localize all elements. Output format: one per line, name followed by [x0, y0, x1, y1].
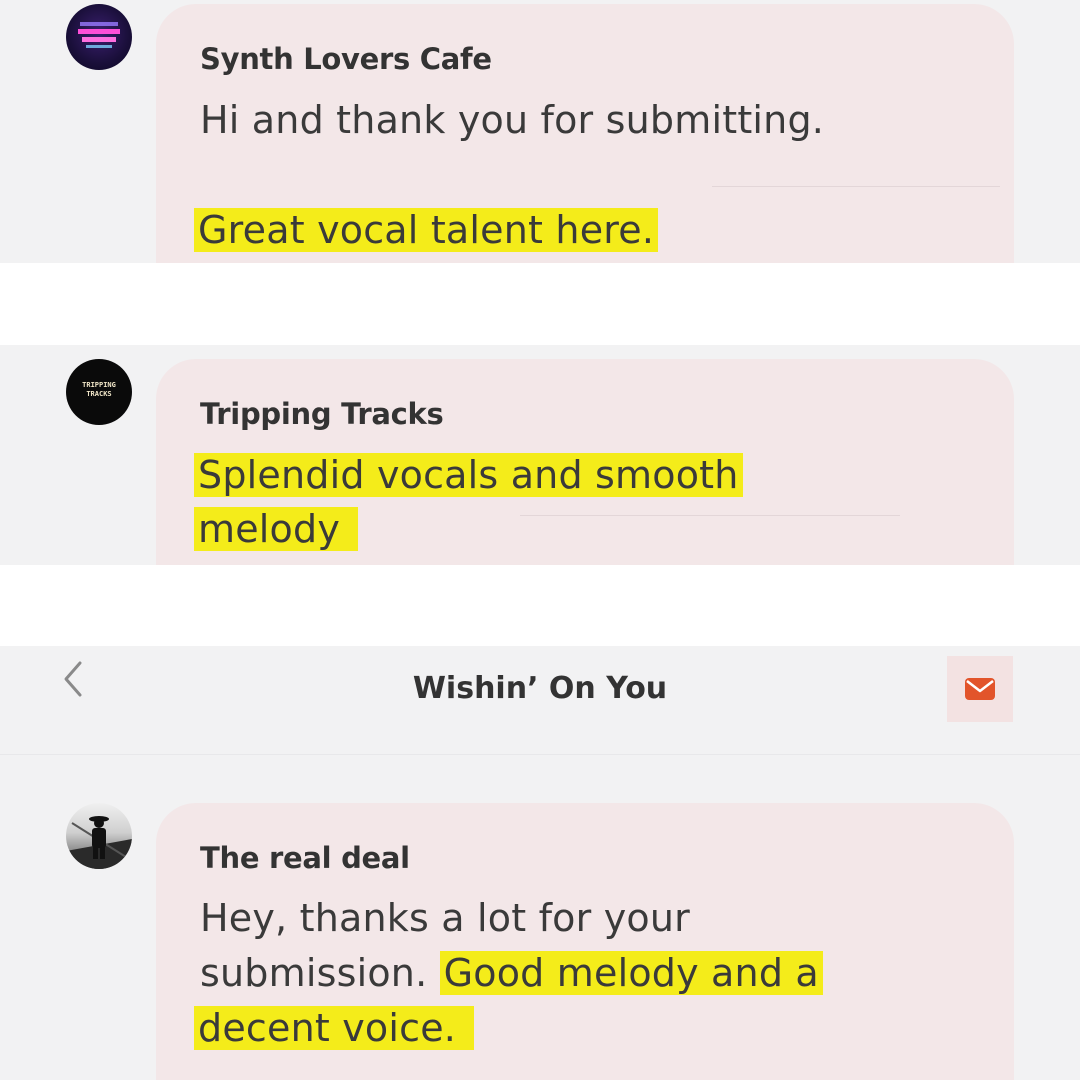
person-silhouette-icon [66, 816, 132, 869]
highlighted-text-line-2: melody [194, 507, 359, 551]
envelope-icon [965, 678, 995, 700]
avatar-synth-lovers-cafe[interactable] [66, 4, 132, 70]
avatar-text-line-1: TRIPPING [82, 381, 116, 389]
highlight-mark: decent voice. [194, 1006, 475, 1050]
avatar-tripping-tracks[interactable]: TRIPPING TRACKS [66, 359, 132, 425]
screenshot-panel-3: Wishin’ On You The real deal Hey, thanks… [0, 646, 1080, 1080]
screenshot-panel-2: TRIPPING TRACKS Tripping Tracks Splendid… [0, 345, 1080, 565]
message-text-line-1: Hey, thanks a lot for your [200, 896, 690, 940]
avatar-text-line-2: TRACKS [86, 390, 112, 398]
mail-button[interactable] [947, 656, 1013, 722]
highlight-mark: Great vocal talent here. [194, 208, 659, 252]
sender-name[interactable]: The real deal [200, 841, 410, 875]
highlight-mark: Splendid vocals and smooth [194, 453, 743, 497]
avatar-label: TRIPPING TRACKS [66, 381, 132, 399]
message-text: Hi and thank you for submitting. [200, 98, 825, 142]
neon-logo-icon [78, 22, 120, 48]
page-title: Wishin’ On You [412, 671, 668, 706]
sender-name[interactable]: Synth Lovers Cafe [200, 42, 492, 76]
message-text-plain: submission. [200, 951, 428, 995]
sender-name[interactable]: Tripping Tracks [200, 397, 444, 431]
screenshot-panel-1: Synth Lovers Cafe Hi and thank you for s… [0, 0, 1080, 263]
message-text-line-2: submission. Good melody and a [200, 951, 823, 995]
highlighted-text-line: Great vocal talent here. [194, 208, 659, 252]
highlighted-text-line-1: Splendid vocals and smooth [194, 453, 743, 497]
avatar-the-real-deal[interactable] [66, 803, 132, 869]
highlight-mark: melody [194, 507, 359, 551]
divider [712, 186, 1000, 187]
divider [520, 515, 900, 516]
message-text-line-3: decent voice. [194, 1006, 475, 1050]
top-bar: Wishin’ On You [0, 646, 1080, 755]
highlight-mark: Good melody and a [439, 951, 823, 995]
